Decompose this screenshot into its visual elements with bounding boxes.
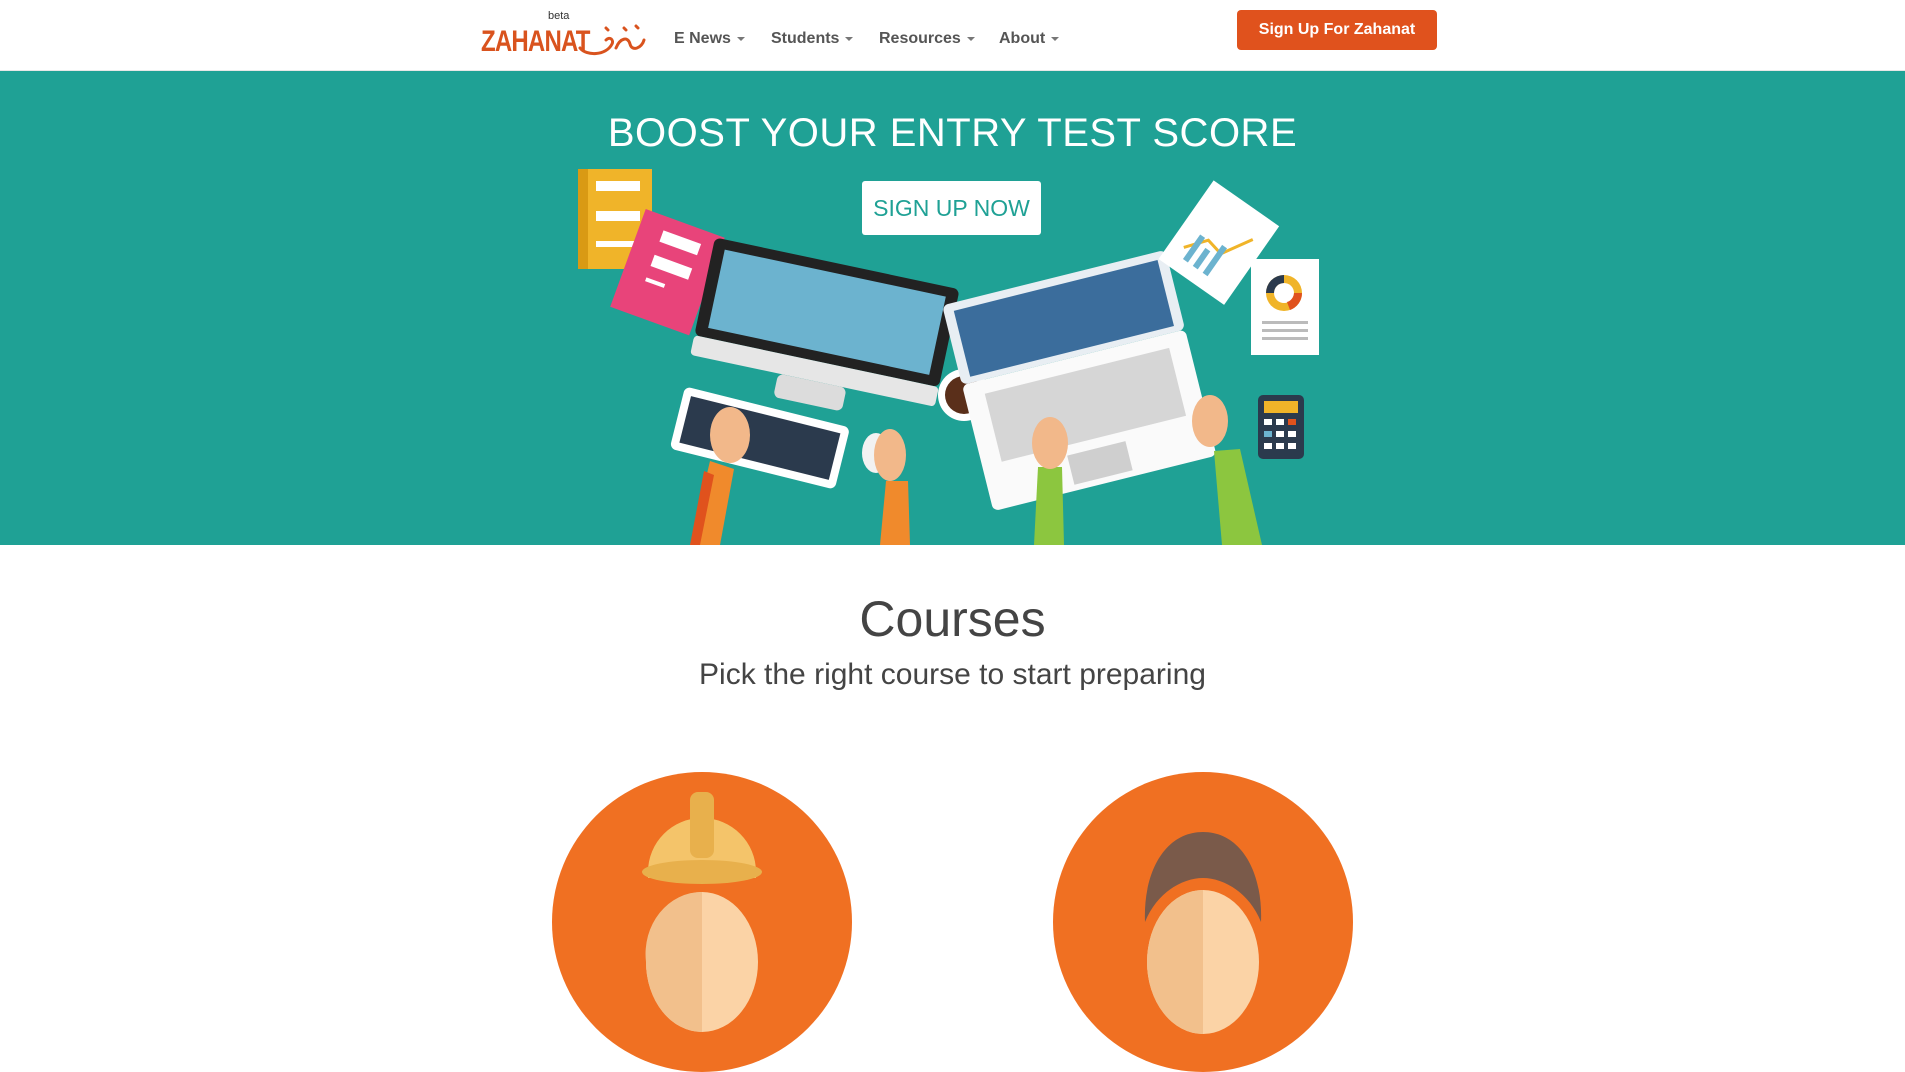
signup-header-button[interactable]: Sign Up For Zahanat xyxy=(1237,10,1437,50)
nav-item-students[interactable]: Students xyxy=(771,30,854,48)
nav-item-resources[interactable]: Resources xyxy=(879,30,975,48)
nav-label: About xyxy=(999,30,1046,47)
beta-label: beta xyxy=(548,10,570,22)
logo-wordmark: ZAHANAT xyxy=(481,25,590,58)
caret-down-icon xyxy=(736,37,745,41)
site-logo[interactable]: beta ZAHANAT xyxy=(480,8,648,60)
courses-heading: Courses xyxy=(859,591,1046,647)
course-card-engineering[interactable] xyxy=(552,772,852,1072)
nav-label: Resources xyxy=(879,30,961,47)
signup-now-button[interactable]: SIGN UP NOW xyxy=(862,181,1041,235)
hero-banner: BOOST YOUR ENTRY TEST SCORE SIGN UP NOW xyxy=(0,71,1905,545)
courses-subheading: Pick the right course to start preparing xyxy=(699,658,1206,691)
nav-label: Students xyxy=(771,30,840,47)
course-card-medical[interactable] xyxy=(1053,772,1353,1072)
doctor-avatar-icon xyxy=(1144,832,1262,1034)
top-navbar: beta ZAHANAT E News Students Resources A… xyxy=(0,0,1905,71)
caret-down-icon xyxy=(1051,37,1060,41)
engineer-hardhat-icon xyxy=(642,792,762,1032)
hero-title: BOOST YOUR ENTRY TEST SCORE xyxy=(607,111,1298,155)
nav-item-enews[interactable]: E News xyxy=(674,30,745,48)
caret-down-icon xyxy=(966,37,975,41)
nav-label: E News xyxy=(674,30,731,47)
nav-item-about[interactable]: About xyxy=(999,30,1060,48)
logo-urdu-script-icon xyxy=(578,24,646,55)
caret-down-icon xyxy=(845,37,854,41)
